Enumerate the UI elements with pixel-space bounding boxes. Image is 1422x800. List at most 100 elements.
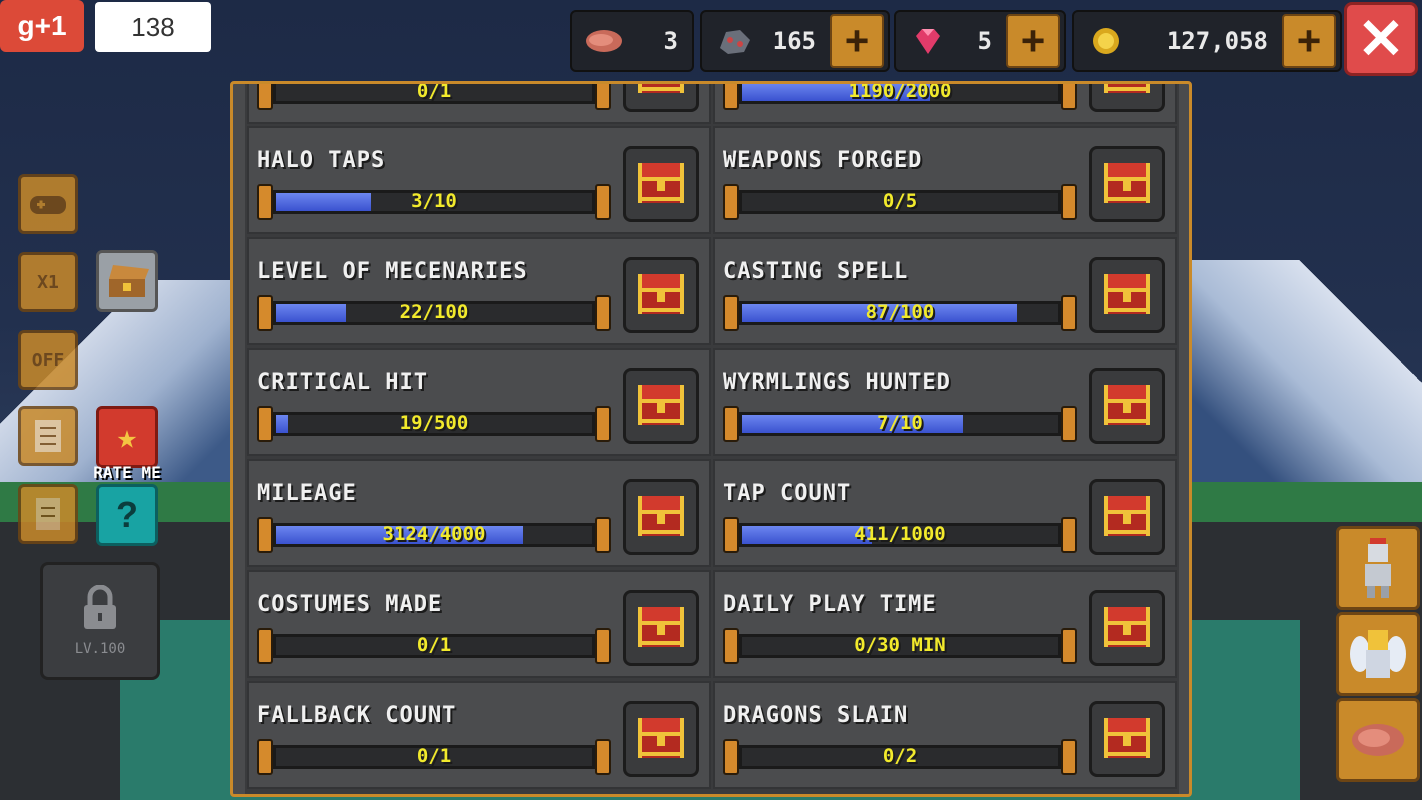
- reward-chest-button[interactable]: [623, 479, 699, 555]
- treasure-chest-icon: [1100, 379, 1154, 433]
- treasure-chest-icon: [1100, 268, 1154, 322]
- close-button[interactable]: ✕: [1344, 2, 1418, 76]
- meat-button[interactable]: [1336, 698, 1420, 782]
- reward-chest-button[interactable]: [1089, 84, 1165, 112]
- achievement-title: CRITICAL HIT: [257, 370, 428, 395]
- progress-bar: 0/2: [723, 739, 1077, 775]
- treasure-chest-button[interactable]: [96, 250, 158, 312]
- reward-chest-button[interactable]: [623, 701, 699, 777]
- gem-counter: 5 +: [894, 10, 1066, 72]
- reward-chest-button[interactable]: [1089, 146, 1165, 222]
- achievement-card: COSTUMES MADE 0/1: [247, 570, 711, 678]
- reward-chest-button[interactable]: [623, 590, 699, 666]
- progress-text: 3/10: [411, 190, 457, 212]
- angel-hero-button[interactable]: [1336, 612, 1420, 696]
- gamepad-button[interactable]: [18, 174, 78, 234]
- gold-value: 127,058: [1166, 27, 1268, 55]
- reward-chest-button[interactable]: [1089, 701, 1165, 777]
- knight-icon: [1365, 538, 1391, 598]
- add-ore-button[interactable]: +: [830, 14, 884, 68]
- star-icon: ★: [116, 417, 138, 457]
- progress-bar: 0/1: [257, 84, 611, 110]
- add-gem-button[interactable]: +: [1006, 14, 1060, 68]
- achievements-list[interactable]: 0/1 1190/2000 HALO TAPS 3/10 WEAPONS FORGED 0…: [245, 81, 1179, 794]
- achievement-card: DRAGONS SLAIN 0/2: [713, 681, 1177, 789]
- help-button[interactable]: ?: [96, 484, 158, 546]
- mountain-right: [1170, 260, 1422, 500]
- achievement-card: CASTING SPELL 87/100: [713, 237, 1177, 345]
- progress-text: 3124/4000: [382, 523, 486, 545]
- achievement-title: LEVEL OF MECENARIES: [257, 259, 528, 284]
- achievement-card: WEAPONS FORGED 0/5: [713, 126, 1177, 234]
- reward-chest-button[interactable]: [1089, 257, 1165, 333]
- locked-slot[interactable]: LV.100: [40, 562, 160, 680]
- achievement-card: LEVEL OF MECENARIES 22/100: [247, 237, 711, 345]
- achievement-card: MILEAGE 3124/4000: [247, 459, 711, 567]
- treasure-chest-icon: [634, 157, 688, 211]
- achievement-title: WEAPONS FORGED: [723, 148, 923, 173]
- scroll-button[interactable]: [18, 406, 78, 466]
- reward-chest-button[interactable]: [623, 146, 699, 222]
- book-icon: [36, 498, 60, 530]
- progress-text: 0/30 MIN: [854, 634, 946, 656]
- achievement-card: CRITICAL HIT 19/500: [247, 348, 711, 456]
- reward-chest-button[interactable]: [623, 84, 699, 112]
- treasure-chest-icon: [634, 379, 688, 433]
- rate-me-button[interactable]: ★: [96, 406, 158, 468]
- achievement-title: HALO TAPS: [257, 148, 386, 173]
- gold-counter: 127,058 +: [1072, 10, 1342, 72]
- progress-text: 0/1: [416, 634, 452, 656]
- open-chest-icon: [109, 265, 149, 297]
- achievement-card: WYRMLINGS HUNTED 7/10: [713, 348, 1177, 456]
- treasure-chest-icon: [1100, 712, 1154, 766]
- angel-icon: [1350, 630, 1406, 678]
- add-gold-button[interactable]: +: [1282, 14, 1336, 68]
- treasure-chest-icon: [634, 268, 688, 322]
- speed-button[interactable]: X1: [18, 252, 78, 312]
- treasure-chest-icon: [1100, 157, 1154, 211]
- achievement-card: TAP COUNT 411/1000: [713, 459, 1177, 567]
- reward-chest-button[interactable]: [1089, 479, 1165, 555]
- achievement-card: HALO TAPS 3/10: [247, 126, 711, 234]
- treasure-chest-icon: [1100, 601, 1154, 655]
- gem-value: 5: [977, 27, 992, 55]
- lock-level-label: LV.100: [74, 641, 126, 657]
- achievement-title: WYRMLINGS HUNTED: [723, 370, 951, 395]
- achievement-title: TAP COUNT: [723, 481, 852, 506]
- progress-text: 411/1000: [854, 523, 946, 545]
- progress-bar: 1190/2000: [723, 81, 1077, 110]
- meat-icon: [586, 30, 622, 52]
- reward-chest-button[interactable]: [1089, 368, 1165, 444]
- progress-bar: 411/1000: [723, 517, 1077, 553]
- scroll-icon: [35, 420, 61, 452]
- treasure-chest-icon: [634, 601, 688, 655]
- achievement-card: DAILY PLAY TIME 0/30 MIN: [713, 570, 1177, 678]
- treasure-chest-icon: [634, 84, 688, 101]
- treasure-chest-icon: [634, 490, 688, 544]
- progress-bar: 3/10: [257, 184, 611, 220]
- progress-bar: 87/100: [723, 295, 1077, 331]
- meat-value: 3: [663, 27, 678, 55]
- progress-text: 87/100: [865, 301, 935, 323]
- gold-coin-icon: [1093, 28, 1119, 54]
- book-button[interactable]: [18, 484, 78, 544]
- achievement-title: COSTUMES MADE: [257, 592, 443, 617]
- progress-text: 1190/2000: [848, 81, 952, 102]
- progress-text: 7/10: [877, 412, 923, 434]
- ore-counter: 165 +: [700, 10, 890, 72]
- achievement-title: CASTING SPELL: [723, 259, 909, 284]
- achievement-title: MILEAGE: [257, 481, 357, 506]
- google-plus-button[interactable]: g+1: [0, 0, 84, 52]
- achievement-title: FALLBACK COUNT: [257, 703, 457, 728]
- reward-chest-button[interactable]: [623, 368, 699, 444]
- toggle-off-button[interactable]: OFF: [18, 330, 78, 390]
- progress-text: 22/100: [399, 301, 469, 323]
- knight-hero-button[interactable]: [1336, 526, 1420, 610]
- meat-counter: 3: [570, 10, 694, 72]
- achievement-card: 0/1: [247, 84, 711, 124]
- grass-right: [1180, 482, 1422, 522]
- achievements-panel[interactable]: 0/1 1190/2000 HALO TAPS 3/10 WEAPONS FORGED 0…: [230, 81, 1192, 797]
- reward-chest-button[interactable]: [623, 257, 699, 333]
- reward-chest-button[interactable]: [1089, 590, 1165, 666]
- progress-text: 19/500: [399, 412, 469, 434]
